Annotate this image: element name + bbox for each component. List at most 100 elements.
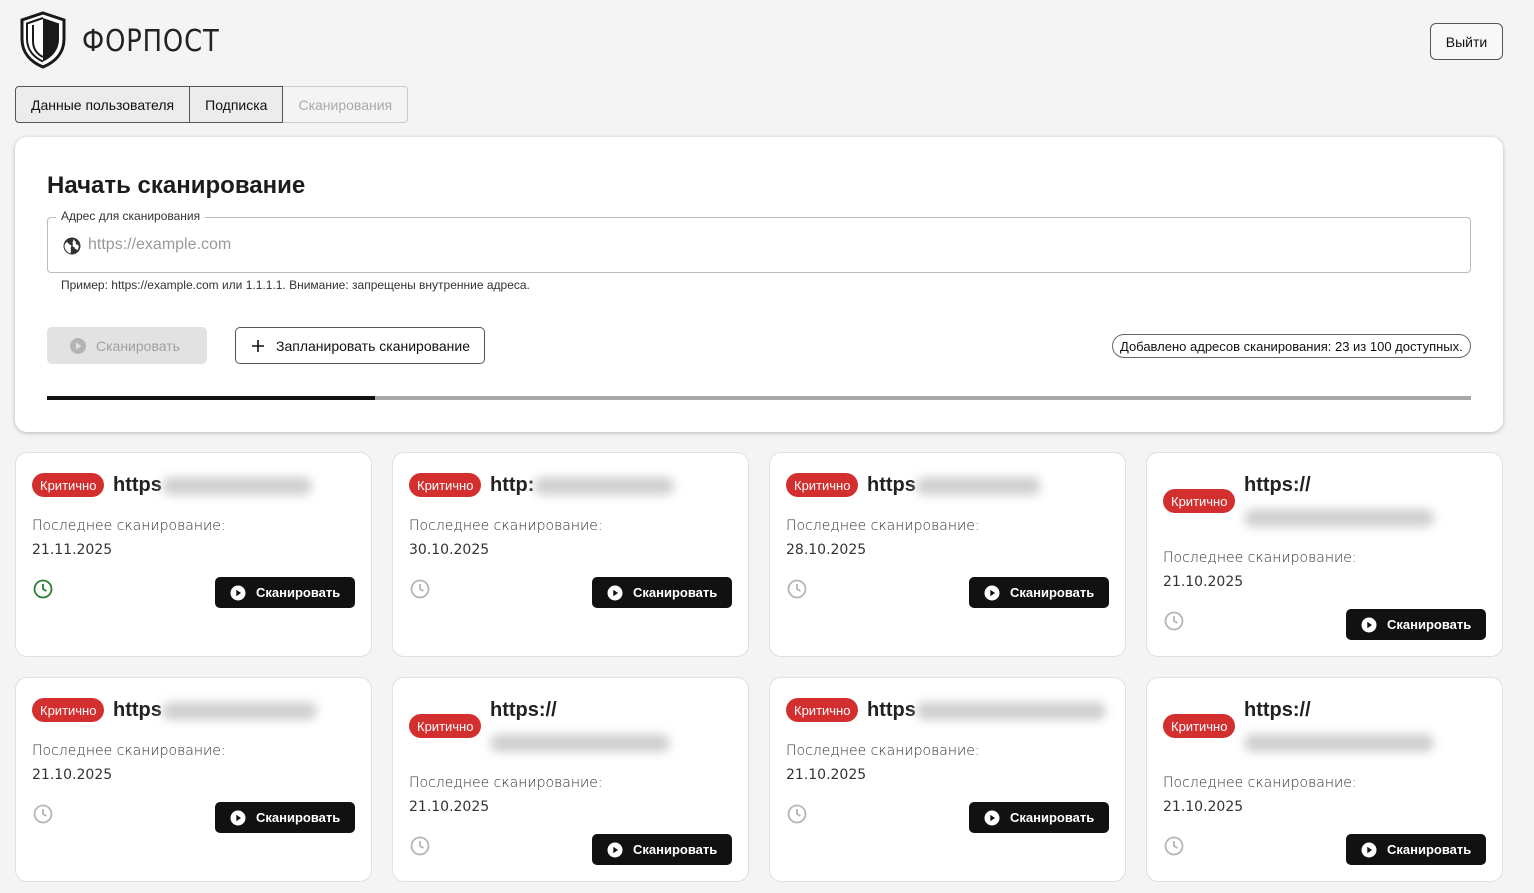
play-circle-icon [984, 810, 1000, 825]
play-circle-icon [230, 810, 246, 825]
card-scan-label: Сканировать [633, 585, 718, 600]
card-url-text: https [113, 699, 162, 721]
last-scan-label: Последнее сканирование: [409, 775, 603, 791]
plus-icon [252, 339, 264, 352]
critical-badge: Критично [786, 698, 859, 722]
clock-icon[interactable] [33, 579, 53, 599]
clock-icon [787, 804, 807, 824]
play-circle-icon [607, 585, 623, 600]
card-scan-button[interactable]: Сканировать [1346, 834, 1486, 865]
last-scan-label: Последнее сканирование: [1163, 550, 1357, 566]
schedule-scan-label: Запланировать сканирование [276, 337, 471, 354]
last-scan-date: 21.10.2025 [1163, 574, 1244, 590]
play-circle-icon [607, 842, 623, 857]
last-scan-date: 21.10.2025 [786, 767, 867, 783]
play-circle-icon [1361, 842, 1377, 857]
url-field-label: Адрес для сканирования [56, 209, 206, 223]
clock-icon [410, 579, 430, 599]
scan-card: Критично https:// Последнее сканирование… [1146, 452, 1503, 657]
tab-user-data[interactable]: Данные пользователя [15, 86, 191, 123]
header: ФОРПОСТ Выйти [0, 0, 1534, 80]
logout-button[interactable]: Выйти [1430, 23, 1503, 60]
card-scan-label: Сканировать [256, 585, 341, 600]
redacted-url [915, 701, 1106, 720]
clock-icon [1164, 611, 1184, 631]
scan-button: Сканировать [47, 327, 207, 364]
last-scan-label: Последнее сканирование: [32, 518, 226, 534]
card-url-text: https:// [1244, 474, 1311, 496]
card-url-text: https:// [1244, 699, 1311, 721]
card-scan-button[interactable]: Сканировать [969, 577, 1109, 608]
card-scan-label: Сканировать [1387, 842, 1472, 857]
scan-card: Критично https Последнее сканирование: 2… [769, 452, 1126, 657]
card-url-text: https [867, 474, 916, 496]
quota-progress [47, 396, 1471, 400]
clock-icon [33, 804, 53, 824]
redacted-url [490, 733, 670, 752]
card-url: https:// [490, 694, 740, 758]
card-url: https [867, 698, 1117, 722]
tab-bar: Данные пользователя Подписка Сканировани… [15, 86, 409, 123]
redacted-url [161, 476, 312, 495]
critical-badge: Критично [32, 698, 105, 722]
schedule-scan-button[interactable]: Запланировать сканирование [235, 327, 485, 364]
last-scan-date: 28.10.2025 [786, 542, 867, 558]
last-scan-date: 30.10.2025 [409, 542, 490, 558]
panel-title: Начать сканирование [47, 172, 306, 199]
redacted-url [161, 701, 317, 720]
shield-icon [20, 11, 66, 69]
redacted-url [915, 476, 1041, 495]
critical-badge: Критично [1163, 489, 1236, 513]
last-scan-label: Последнее сканирование: [786, 743, 980, 759]
card-scan-button[interactable]: Сканировать [215, 802, 355, 833]
clock-icon [1164, 836, 1184, 856]
clock-icon [410, 836, 430, 856]
card-scan-button[interactable]: Сканировать [592, 577, 732, 608]
url-helper-text: Пример: https://example.com или 1.1.1.1.… [61, 278, 530, 292]
url-input[interactable] [88, 226, 1448, 264]
quota-badge: Добавлено адресов сканирования: 23 из 10… [1112, 334, 1471, 358]
play-circle-icon [984, 585, 1000, 600]
scan-card: Критично http: Последнее сканирование: 3… [392, 452, 749, 657]
url-field: Адрес для сканирования [47, 209, 1471, 273]
last-scan-date: 21.10.2025 [1163, 799, 1244, 815]
last-scan-label: Последнее сканирование: [409, 518, 603, 534]
card-url-text: https [113, 474, 162, 496]
card-scan-label: Сканировать [1010, 810, 1095, 825]
card-scan-button[interactable]: Сканировать [215, 577, 355, 608]
last-scan-label: Последнее сканирование: [786, 518, 980, 534]
last-scan-label: Последнее сканирование: [32, 743, 226, 759]
critical-badge: Критично [409, 714, 482, 738]
card-scan-button[interactable]: Сканировать [969, 802, 1109, 833]
scan-card: Критично https:// Последнее сканирование… [392, 677, 749, 882]
globe-icon [63, 237, 81, 255]
card-scan-label: Сканировать [1010, 585, 1095, 600]
card-url-text: https:// [490, 699, 557, 721]
quota-progress-fill [47, 396, 375, 400]
logo-text: ФОРПОСТ [82, 24, 220, 59]
card-url-text: https [867, 699, 916, 721]
scan-button-label: Сканировать [96, 337, 180, 354]
redacted-url [1244, 733, 1434, 752]
redacted-url [1244, 508, 1434, 527]
play-circle-icon [230, 585, 246, 600]
card-scan-label: Сканировать [633, 842, 718, 857]
play-circle-icon [70, 337, 86, 354]
card-url: https:// [1244, 469, 1494, 533]
card-scan-label: Сканировать [1387, 617, 1472, 632]
card-url: https [113, 473, 363, 497]
tab-subscription[interactable]: Подписка [190, 86, 284, 123]
last-scan-date: 21.10.2025 [409, 799, 490, 815]
redacted-url [534, 476, 675, 495]
card-scan-button[interactable]: Сканировать [1346, 609, 1486, 640]
card-url: http: [490, 473, 740, 497]
clock-icon [787, 579, 807, 599]
scan-card: Критично https Последнее сканирование: 2… [769, 677, 1126, 882]
card-scan-button[interactable]: Сканировать [592, 834, 732, 865]
critical-badge: Критично [409, 473, 482, 497]
card-url-text: http: [490, 474, 535, 496]
critical-badge: Критично [786, 473, 859, 497]
card-url: https [867, 473, 1117, 497]
critical-badge: Критично [1163, 714, 1236, 738]
scan-card: Критично https Последнее сканирование: 2… [15, 677, 372, 882]
